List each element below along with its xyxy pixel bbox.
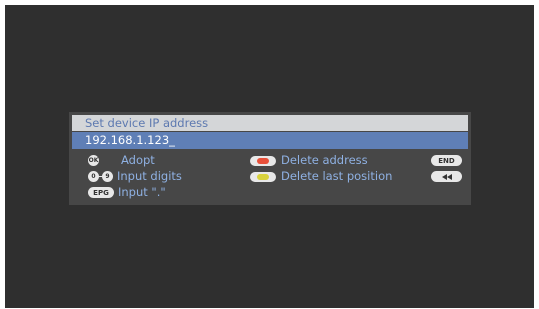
epg-key-label: EPG xyxy=(93,188,109,197)
epg-button-icon: EPG xyxy=(88,187,114,198)
digit-0-icon: 0 xyxy=(88,171,99,182)
hint-input-digits-label: Input digits xyxy=(117,169,182,183)
dialog-title: Set device IP address xyxy=(72,115,468,131)
ip-address-dialog: Set device IP address 192.168.1.123_ OK … xyxy=(69,112,471,205)
digit-9-icon: 9 xyxy=(102,171,113,182)
red-button-icon xyxy=(250,156,276,166)
hint-delete-address-label: Delete address xyxy=(281,153,368,167)
ip-address-input[interactable]: 192.168.1.123_ xyxy=(72,132,468,149)
tv-screen: Set device IP address 192.168.1.123_ OK … xyxy=(5,5,534,308)
hint-input-dot-label: Input "." xyxy=(118,185,166,199)
ok-button-icon: OK xyxy=(88,155,99,166)
yellow-button-icon xyxy=(250,172,276,182)
end-button-icon: END xyxy=(431,155,462,166)
rewind-button-icon xyxy=(431,171,462,182)
hint-adopt-label: Adopt xyxy=(121,153,155,167)
end-key-label: END xyxy=(438,156,455,165)
hint-delete-last-position-label: Delete last position xyxy=(281,169,393,183)
